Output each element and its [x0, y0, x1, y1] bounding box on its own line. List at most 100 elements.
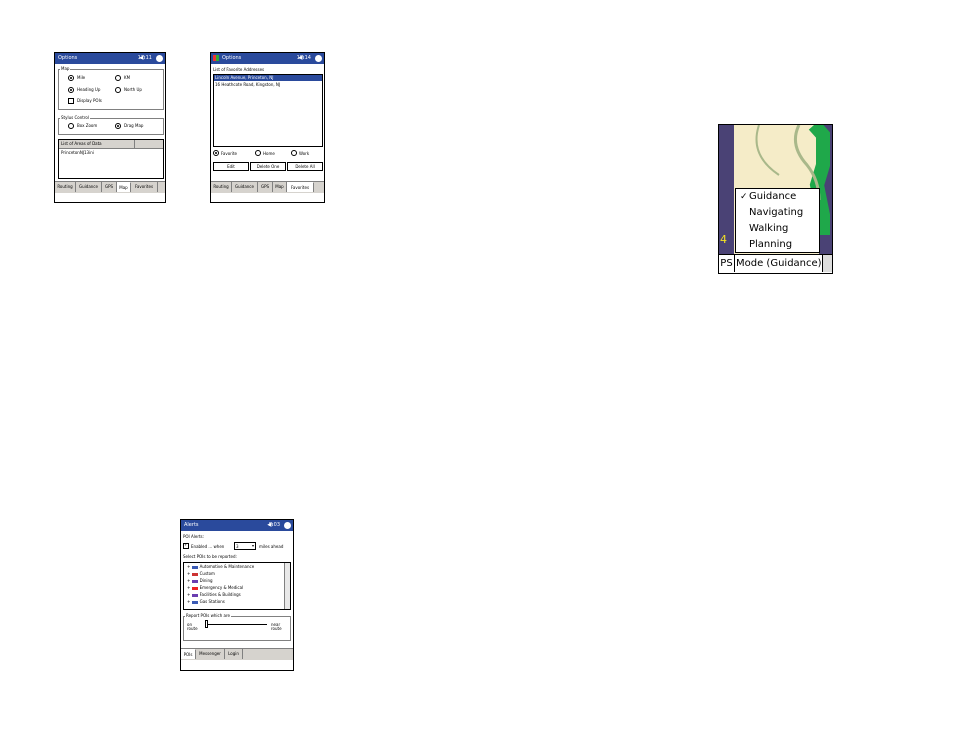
menu-item-planning[interactable]: Planning: [749, 239, 792, 251]
menu-item-walking[interactable]: Walking: [749, 223, 788, 235]
home-radio[interactable]: [255, 150, 261, 156]
ok-button[interactable]: [315, 55, 322, 62]
building-icon: [191, 593, 198, 597]
bar-right-cell: [822, 255, 832, 272]
clock: 12:11: [137, 55, 152, 61]
tab-pois[interactable]: POIs: [181, 649, 196, 659]
window-title: Options: [222, 55, 242, 61]
map-view[interactable]: 4 ✓ Guidance Navigating Walking Planning…: [718, 124, 833, 274]
km-radio[interactable]: [115, 75, 121, 81]
display-pois-checkbox[interactable]: [68, 98, 74, 104]
favorites-list-item[interactable]: 16 Heathcote Road, Kingston, NJ: [215, 82, 280, 87]
tree-row[interactable]: + Emergency & Medical: [187, 585, 243, 590]
favorites-list-item-selected[interactable]: Lincoln Avenue, Princeton, NJ: [214, 75, 322, 81]
tree-scrollbar[interactable]: [284, 563, 290, 609]
medical-icon: [191, 586, 198, 590]
tab-bar: POIs Messenger Login: [181, 648, 293, 660]
tab-routing[interactable]: Routing: [55, 182, 76, 192]
menu-item-navigating[interactable]: Navigating: [749, 207, 803, 219]
report-slider[interactable]: [205, 624, 267, 625]
tab-guidance[interactable]: Guidance: [232, 182, 258, 192]
delete-one-button[interactable]: Delete One: [250, 162, 286, 171]
favorite-radio[interactable]: [213, 150, 219, 156]
delete-all-button[interactable]: Delete All: [287, 162, 323, 171]
tab-favorites[interactable]: Favorites: [287, 182, 314, 192]
custom-icon: [191, 572, 198, 576]
tab-gps[interactable]: GPS: [258, 182, 273, 192]
enabled-checkbox[interactable]: ✓: [183, 542, 189, 549]
map-group-label: Map: [60, 66, 71, 71]
dropdown-arrow-icon: ▾: [251, 543, 254, 548]
gas-icon: [191, 600, 198, 604]
on-route-label: on route: [187, 622, 198, 631]
box-zoom-radio[interactable]: [68, 123, 74, 129]
work-label: Work: [299, 151, 310, 156]
checkmark-icon: ✓: [740, 192, 748, 202]
report-label: Report POIs which are: [185, 613, 232, 618]
windows-flag-icon[interactable]: [213, 55, 219, 61]
box-zoom-label: Box Zoom: [77, 123, 98, 128]
bottom-bar: PS Mode (Guidance): [719, 254, 832, 273]
drag-map-radio[interactable]: [115, 123, 121, 129]
mile-label: Mile: [77, 75, 86, 80]
poi-alerts-label: POI Alerts:: [183, 534, 204, 539]
areas-list-item[interactable]: PrincetonNJ13ini: [61, 150, 94, 155]
tab-bar: Routing Guidance GPS Map Favorites: [55, 181, 165, 193]
tree-row[interactable]: + Custom: [187, 571, 215, 576]
slider-thumb[interactable]: [205, 620, 208, 628]
miles-dropdown[interactable]: 3 ▾: [234, 542, 256, 550]
tree-row[interactable]: + Dining: [187, 578, 213, 583]
bar-left-label[interactable]: PS: [719, 255, 735, 272]
near-route-label: near route: [271, 622, 282, 631]
favorites-list[interactable]: Lincoln Avenue, Princeton, NJ 16 Heathco…: [213, 74, 323, 147]
options-favorites-screen: Options ◀) 10:14 List of Favorite Addres…: [210, 52, 325, 203]
tree-row[interactable]: + Gas Stations: [187, 599, 225, 604]
tree-row[interactable]: + Automotive & Maintenance: [187, 564, 254, 569]
tree-row[interactable]: + Facilities & Buildings: [187, 592, 241, 597]
tab-login[interactable]: Login: [225, 649, 243, 659]
tab-routing[interactable]: Routing: [211, 182, 232, 192]
tab-gps[interactable]: GPS: [102, 182, 117, 192]
side-number: 4: [720, 233, 727, 246]
drag-map-label: Drag Map: [124, 123, 144, 128]
heading-up-radio[interactable]: [68, 87, 74, 93]
stylus-group-label: Stylus Control: [60, 115, 90, 120]
areas-list-header: List of Areas of Data: [59, 140, 163, 149]
enabled-label: Enabled ... when: [191, 544, 225, 549]
tan-road-2: [755, 125, 780, 176]
tab-favorites[interactable]: Favorites: [131, 182, 158, 192]
menu-item-guidance[interactable]: Guidance: [749, 191, 796, 203]
dining-icon: [191, 579, 198, 583]
mile-radio[interactable]: [68, 75, 74, 81]
north-up-label: North Up: [124, 87, 142, 92]
mode-button[interactable]: Mode (Guidance): [736, 255, 822, 272]
tab-guidance[interactable]: Guidance: [76, 182, 102, 192]
heading-up-label: Heading Up: [77, 87, 101, 92]
alerts-screen: Alerts ◀) 9:03 POI Alerts: ✓ Enabled ...…: [180, 519, 294, 671]
north-up-radio[interactable]: [115, 87, 121, 93]
window-title: Options: [58, 55, 78, 61]
favorite-label: Favorite: [221, 151, 237, 156]
km-label: KM: [124, 75, 131, 80]
car-icon: [191, 565, 198, 569]
ok-button[interactable]: [156, 55, 163, 62]
tab-bar: Routing Guidance GPS Map Favorites: [211, 181, 324, 193]
areas-list[interactable]: List of Areas of Data PrincetonNJ13ini: [58, 139, 164, 179]
edit-button[interactable]: Edit: [213, 162, 249, 171]
map-left-strip: [719, 125, 734, 273]
miles-ahead-label: miles ahead: [259, 544, 284, 549]
home-label: Home: [263, 151, 275, 156]
poi-tree[interactable]: + Automotive & Maintenance + Custom + Di…: [183, 562, 291, 610]
options-map-screen: Options ◀) 12:11 Map Mile KM Heading Up …: [54, 52, 166, 203]
tab-map[interactable]: Map: [273, 182, 287, 192]
tab-map[interactable]: Map: [117, 182, 131, 192]
favorites-list-label: List of Favorite Addresses: [213, 67, 265, 72]
mode-menu: ✓ Guidance Navigating Walking Planning: [735, 188, 820, 253]
display-pois-label: Display POIs: [77, 98, 102, 103]
title-bar: Options ◀) 10:14: [211, 53, 324, 64]
work-radio[interactable]: [291, 150, 297, 156]
clock: 9:03: [268, 522, 280, 528]
tab-messenger[interactable]: Messenger: [196, 649, 225, 659]
ok-button[interactable]: [284, 522, 291, 529]
clock: 10:14: [296, 55, 311, 61]
